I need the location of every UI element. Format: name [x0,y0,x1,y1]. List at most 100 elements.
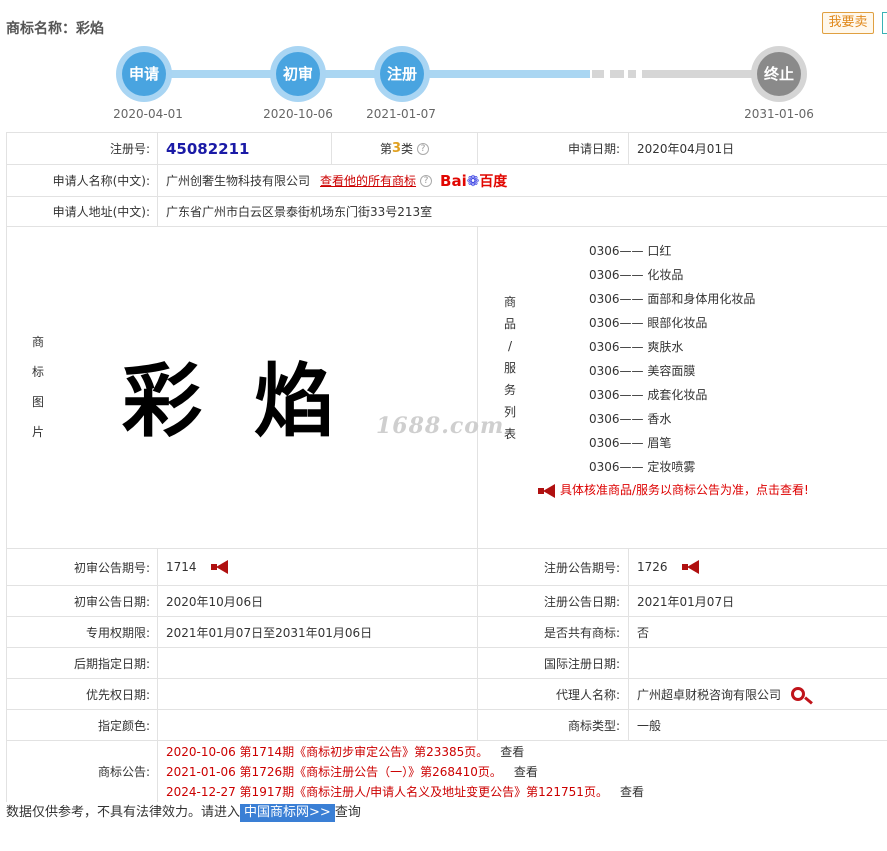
reg-no: 45082211 [166,139,250,158]
timeline-dash [592,70,604,78]
list-item: 0306—— 眼部化妆品 [589,316,708,330]
table-row: 申请人名称(中文): 广州创奢生物科技有限公司 查看他的所有商标 ? Bai❁百… [6,165,887,197]
timeline-node-apply: 申请 [116,46,172,102]
type-label: 商标类型: [477,710,628,740]
trademark-site-link[interactable]: 中国商标网>> [240,804,335,822]
applicant-label: 申请人名称(中文): [6,165,158,196]
table-row: 商标公告: 2020-10-06 第1714期《商标初步审定公告》第23385页… [6,741,887,802]
reg-notice-no-label: 注册公告期号: [477,549,628,585]
watermark: 1688.com [376,413,505,439]
footer-suffix: 查询 [334,805,361,820]
timeline-date: 2020-10-06 [263,107,333,121]
agent-cell: 广州超卓财税咨询有限公司 [628,679,887,709]
baidu-search-button[interactable]: Bai❁百度 [440,171,507,191]
list-item: 0306—— 爽肤水 [589,340,684,354]
view-all-trademarks-link[interactable]: 查看他的所有商标 [320,172,416,189]
prelim-no: 1714 [166,560,197,574]
reg-notice-date: 2021年01月07日 [628,586,887,616]
search-icon[interactable] [791,687,806,701]
notice-item: 2021-01-06 第1726期《商标注册公告（一）》第268410页。 查看 [166,762,538,782]
prelim-no-cell: 1714 [157,549,477,585]
table-row: 指定颜色: 商标类型: 一般 [6,710,887,741]
table-row: 初审公告日期: 2020年10月06日 注册公告日期: 2021年01月07日 [6,586,887,617]
page-title: 商标名称：彩焰 [6,21,104,37]
view-link[interactable]: 查看 [514,765,538,779]
list-item: 0306—— 香水 [589,412,672,426]
address-label: 申请人地址(中文): [6,197,158,226]
timeline-node-register: 注册 [374,46,430,102]
list-item: 0306—— 定妆喷雾 [589,460,696,474]
later-date-label: 后期指定日期: [6,648,158,678]
exclusive-label: 专用权期限: [6,617,158,647]
agent-label: 代理人名称: [477,679,628,709]
view-link[interactable]: 查看 [620,785,644,799]
list-item: 0306—— 化妆品 [589,268,684,282]
class-number: 3 [391,141,402,156]
apply-date: 2020年04月01日 [628,133,887,164]
class-cell: 第 3 类? [331,133,477,164]
list-item: 0306—— 成套化妆品 [589,388,708,402]
notice-text: 2024-12-27 第1917期《商标注册人/申请人名义及地址变更公告》第12… [166,784,608,799]
goods-label: 商 品 / 服 务 列 表 [503,295,516,441]
timeline-date: 2021-01-07 [366,107,436,121]
horn-icon[interactable] [681,562,700,572]
shared-value: 否 [628,617,887,647]
table-row: 商 标 图 片 彩焰 1688.com 商 品 / 服 务 列 表 0306——… [6,227,887,549]
timeline-date: 2031-01-06 [744,107,814,121]
table-row: 优先权日期: 代理人名称: 广州超卓财税咨询有限公司 [6,679,887,710]
reg-no-label: 注册号: [6,133,158,164]
notices-label: 商标公告: [6,741,158,802]
reg-notice-no-cell: 1726 [628,549,887,585]
trademark-info-table: 注册号: 45082211 第 3 类? 申请日期: 2020年04月01日 申请人… [6,132,887,802]
table-row: 申请人地址(中文): 广东省广州市白云区景泰街机场东门街33号213室 [6,197,887,227]
horn-icon[interactable] [210,562,229,572]
timeline-node-prelim: 初审 [270,46,326,102]
priority-date [157,679,477,709]
timeline-node-end: 终止 [751,46,807,102]
baidu-logo-text: Bai [440,171,467,190]
goods-list: 0306—— 口红 0306—— 化妆品 0306—— 面部和身体用化妆品 03… [589,239,755,479]
type-value: 一般 [628,710,887,740]
baidu-paw-icon: ❁ [466,171,480,190]
timeline-date: 2020-04-01 [113,107,183,121]
notice-text: 2020-10-06 第1714期《商标初步审定公告》第23385页。 [166,744,489,759]
goods-notice-text: 具体核准商品/服务以商标公告为准，点击查看! [560,483,809,497]
notices-cell: 2020-10-06 第1714期《商标初步审定公告》第23385页。 查看 20… [157,741,887,802]
reg-notice-date-label: 注册公告日期: [477,586,628,616]
view-link[interactable]: 查看 [500,745,524,759]
table-row: 专用权期限: 2021年01月07日至2031年01月06日 是否共有商标: 否 [6,617,887,648]
horn-icon [538,486,556,496]
intl-date [628,648,887,678]
list-item: 0306—— 面部和身体用化妆品 [589,292,756,306]
prelim-no-label: 初审公告期号: [6,549,158,585]
edge-button[interactable] [882,12,887,34]
applicant-name: 广州创奢生物科技有限公司 [166,174,311,188]
class-prefix: 第 [379,142,392,156]
agent-name: 广州超卓财税咨询有限公司 [637,687,782,702]
help-icon[interactable]: ? [420,174,433,187]
timeline-dash [610,70,624,78]
reg-no-cell: 45082211 [157,133,331,164]
list-item: 0306—— 口红 [589,244,672,258]
timeline-progress-line [150,70,590,78]
table-row: 后期指定日期: 国际注册日期: [6,648,887,679]
address-value: 广东省广州市白云区景泰街机场东门街33号213室 [157,197,887,226]
priority-date-label: 优先权日期: [6,679,158,709]
intl-date-label: 国际注册日期: [477,648,628,678]
color-value [157,710,477,740]
apply-date-label: 申请日期: [477,133,628,164]
sell-button[interactable]: 我要卖 [822,12,874,34]
notice-text: 2021-01-06 第1726期《商标注册公告（一）》第268410页。 [166,764,502,779]
table-row: 注册号: 45082211 第 3 类? 申请日期: 2020年04月01日 [6,133,887,165]
table-row: 初审公告期号: 1714 注册公告期号: 1726 [6,549,887,586]
color-label: 指定颜色: [6,710,158,740]
later-date [157,648,477,678]
applicant-cell: 广州创奢生物科技有限公司 查看他的所有商标 ? Bai❁百度 [157,165,887,196]
list-item: 0306—— 眉笔 [589,436,672,450]
image-label: 商 标 图 片 [31,335,44,439]
help-icon[interactable]: ? [417,142,430,155]
footer-text: 数据仅供参考，不具有法律效力。请进入 [6,805,241,820]
class-suffix: 类 [401,142,414,156]
goods-notice-link[interactable]: 具体核准商品/服务以商标公告为准，点击查看! [538,481,809,498]
prelim-date-label: 初审公告日期: [6,586,158,616]
